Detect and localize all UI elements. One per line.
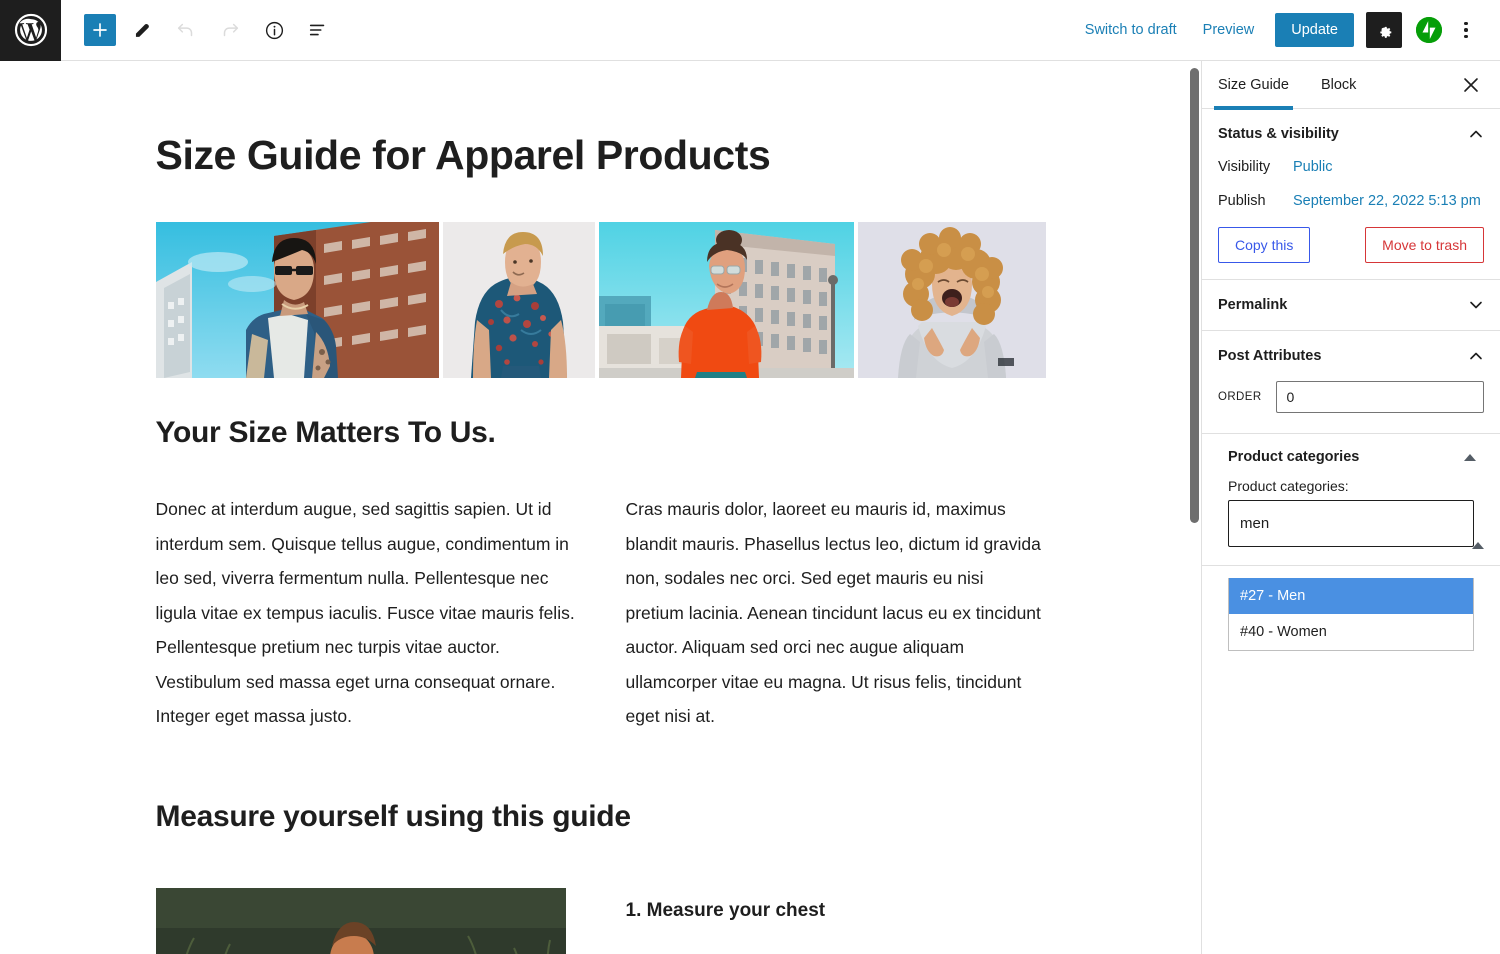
heading-your-size-matters[interactable]: Your Size Matters To Us. (156, 416, 1046, 450)
close-sidebar-button[interactable] (1450, 64, 1492, 106)
switch-to-draft-button[interactable]: Switch to draft (1072, 14, 1190, 46)
wordpress-logo-button[interactable] (0, 0, 61, 61)
redo-button[interactable] (212, 12, 248, 48)
gallery-image-3[interactable] (598, 222, 854, 379)
plus-icon (93, 23, 107, 37)
gallery-image-2[interactable] (442, 222, 595, 379)
tab-block[interactable]: Block (1305, 61, 1372, 109)
heading-measure-yourself[interactable]: Measure yourself using this guide (156, 800, 1046, 834)
panel-status-header[interactable]: Status & visibility (1202, 109, 1500, 159)
panel-permalink-title: Permalink (1218, 297, 1288, 313)
panel-post-attributes-body: ORDER (1202, 381, 1500, 433)
jetpack-icon (1416, 17, 1442, 43)
preview-button[interactable]: Preview (1190, 14, 1268, 46)
product-categories-suggestions: #27 - Men #40 - Women (1228, 578, 1474, 651)
post-content: Size Guide for Apparel Products Your Siz… (155, 61, 1046, 954)
canvas-scrollbar-thumb[interactable] (1190, 68, 1199, 523)
update-button[interactable]: Update (1275, 13, 1354, 47)
gallery-image-4[interactable] (857, 222, 1046, 379)
kebab-dot (1464, 28, 1468, 32)
panel-status-body: Visibility Public Publish September 22, … (1202, 159, 1500, 279)
panel-permalink: Permalink (1202, 280, 1500, 331)
product-categories-field-label: Product categories: (1228, 478, 1349, 494)
step-heading-chest[interactable]: 1. Measure your chest (626, 900, 826, 922)
visibility-row: Visibility Public (1218, 159, 1484, 175)
woman-curly-hair-hoodie-photo (857, 222, 1046, 379)
metabox-product-categories-header[interactable]: Product categories (1202, 434, 1500, 478)
info-icon (265, 21, 283, 39)
suggestion-item-men[interactable]: #27 - Men (1229, 578, 1473, 614)
status-actions: Copy this Move to trash (1218, 227, 1484, 263)
gear-icon (1379, 26, 1391, 38)
kebab-dot (1464, 21, 1468, 26)
order-label: ORDER (1218, 391, 1262, 403)
person-outdoors-photo (155, 887, 566, 954)
chevron-up-icon[interactable] (1468, 348, 1484, 364)
publish-label: Publish (1218, 193, 1266, 209)
column-left: Donec at interdum augue, sed sagittis sa… (156, 492, 576, 734)
toolbar-right-group: Switch to draft Preview Update (1072, 12, 1500, 48)
panel-status-visibility: Status & visibility Visibility Public Pu… (1202, 109, 1500, 280)
metabox-product-categories-body: Product categories: #27 - Men #40 - Wome… (1202, 478, 1500, 651)
pencil-icon (134, 24, 149, 37)
wordpress-icon (14, 13, 47, 47)
man-in-blue-jacket-photo (155, 222, 439, 379)
sidebar-tabs: Size Guide Block (1202, 61, 1500, 110)
suggestion-item-women[interactable]: #40 - Women (1229, 614, 1473, 650)
document-details-button[interactable] (256, 12, 292, 48)
visibility-value-button[interactable]: Public (1293, 159, 1333, 175)
toolbar-left-group (61, 12, 336, 48)
undo-button[interactable] (168, 12, 204, 48)
settings-button[interactable] (1366, 12, 1402, 48)
editor-toolbar: Switch to draft Preview Update (0, 0, 1500, 61)
redo-icon (223, 23, 239, 37)
jetpack-button[interactable] (1416, 17, 1442, 43)
editor-canvas[interactable]: Size Guide for Apparel Products Your Siz… (0, 61, 1201, 954)
settings-sidebar: Size Guide Block Status & visibility Vis… (1201, 61, 1500, 954)
woman-in-orange-tshirt-photo (598, 222, 854, 379)
measure-step-text: 1. Measure your chest (626, 888, 826, 954)
copy-this-button[interactable]: Copy this (1218, 227, 1311, 263)
chevron-up-icon[interactable] (1468, 126, 1484, 142)
column-right: Cras mauris dolor, laoreet eu mauris id,… (626, 492, 1046, 734)
metabox-product-categories: Product categories Product categories: #… (1202, 434, 1500, 651)
image-gallery-block[interactable] (155, 222, 1046, 379)
close-icon (1464, 77, 1478, 92)
kebab-dot (1464, 34, 1468, 39)
more-options-button[interactable] (1448, 12, 1484, 48)
measure-step-image[interactable] (155, 887, 566, 954)
visibility-label: Visibility (1218, 159, 1271, 175)
canvas-scrollbar-track[interactable] (1186, 61, 1201, 954)
panel-status-title: Status & visibility (1218, 126, 1339, 142)
paragraph-left[interactable]: Donec at interdum augue, sed sagittis sa… (156, 492, 576, 734)
two-column-block: Donec at interdum augue, sed sagittis sa… (156, 492, 1046, 734)
move-to-trash-button[interactable]: Move to trash (1365, 227, 1484, 263)
panel-permalink-header[interactable]: Permalink (1202, 280, 1500, 330)
publish-row: Publish September 22, 2022 5:13 pm (1218, 193, 1484, 209)
gallery-image-1[interactable] (155, 222, 439, 379)
order-input[interactable] (1275, 381, 1484, 413)
triangle-up-icon-products[interactable] (1472, 542, 1484, 549)
list-view-icon (309, 24, 325, 36)
metabox-product-categories-title: Product categories (1228, 449, 1360, 465)
chevron-down-icon[interactable] (1468, 297, 1484, 313)
panel-post-attributes-header[interactable]: Post Attributes (1202, 331, 1500, 381)
panel-post-attributes-title: Post Attributes (1218, 348, 1322, 364)
undo-icon (177, 23, 193, 37)
publish-date-button[interactable]: September 22, 2022 5:13 pm (1293, 193, 1481, 209)
tab-document[interactable]: Size Guide (1202, 61, 1305, 110)
measure-step-block: 1. Measure your chest (155, 887, 1046, 954)
panel-post-attributes: Post Attributes ORDER (1202, 331, 1500, 434)
man-in-floral-tshirt-photo (442, 222, 595, 379)
list-view-button[interactable] (300, 12, 336, 48)
paragraph-right[interactable]: Cras mauris dolor, laoreet eu mauris id,… (626, 492, 1046, 734)
add-block-button[interactable] (84, 14, 116, 46)
triangle-up-icon[interactable] (1464, 453, 1476, 461)
tools-edit-button[interactable] (124, 12, 160, 48)
order-row: ORDER (1218, 381, 1484, 417)
post-title[interactable]: Size Guide for Apparel Products (156, 131, 1046, 180)
product-categories-input[interactable] (1228, 500, 1474, 547)
